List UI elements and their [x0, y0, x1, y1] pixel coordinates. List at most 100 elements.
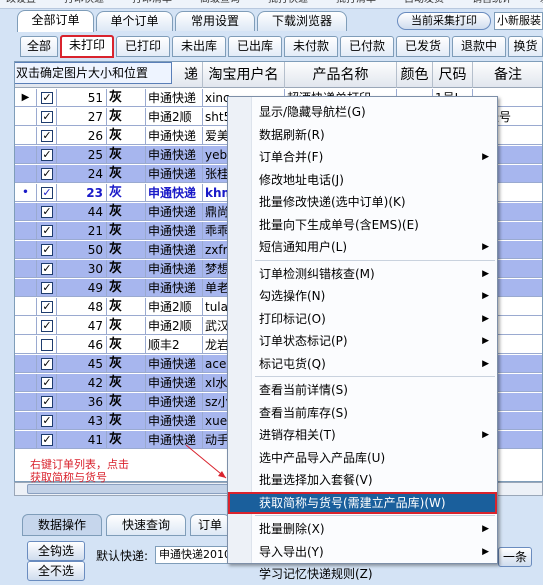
courier-cell: 申通快递: [146, 412, 203, 430]
row-checkbox[interactable]: ✓: [41, 187, 53, 199]
row-checkbox[interactable]: ✓: [41, 206, 53, 218]
order-number: 24: [57, 165, 107, 183]
scrollbar-thumb[interactable]: [27, 484, 237, 494]
print-mark: 灰: [107, 374, 146, 392]
row-checkbox[interactable]: ✓: [41, 225, 53, 237]
col-header-size[interactable]: 尺码: [433, 62, 473, 88]
grid-header: 递 淘宝用户名 产品名称 颜色 尺码 备注 双击确定图片大小和位置: [15, 62, 542, 88]
row-checkbox[interactable]: ✓: [41, 111, 53, 123]
default-courier-select[interactable]: 申通快递2010: [155, 546, 235, 564]
context-menu-item[interactable]: 导入导出(Y) ▶: [228, 541, 497, 563]
row-checkbox[interactable]: ✓: [41, 377, 53, 389]
menubar-item[interactable]: 打印清单: [132, 0, 172, 5]
context-menu-item[interactable]: 数据刷新(R): [228, 124, 497, 146]
context-menu-item[interactable]: 订单合并(F) ▶: [228, 146, 497, 168]
tab-status-all[interactable]: 全部: [20, 36, 58, 57]
tab-status-delivered[interactable]: 已发货: [396, 36, 450, 57]
context-menu-item[interactable]: 获取简称与货号(需建立产品库)(W): [228, 491, 497, 514]
context-menu-item[interactable]: 批量删除(X) ▶: [228, 518, 497, 540]
print-mark: 灰: [107, 184, 146, 202]
context-menu-item[interactable]: 标记屯货(Q) ▶: [228, 353, 497, 375]
tab-status-unpaid[interactable]: 未付款: [284, 36, 338, 57]
row-checkbox[interactable]: ✓: [41, 301, 53, 313]
row-checkbox[interactable]: ✓: [41, 396, 53, 408]
context-menu-item[interactable]: 勾选操作(N) ▶: [228, 285, 497, 307]
col-header-color[interactable]: 颜色: [397, 62, 433, 88]
row-checkbox[interactable]: ✓: [41, 282, 53, 294]
context-menu-item[interactable]: 显示/隐藏导航栏(G): [228, 101, 497, 123]
row-checkbox[interactable]: ✓: [41, 434, 53, 446]
row-checkbox[interactable]: [41, 339, 53, 351]
col-header-buyer[interactable]: 淘宝用户名: [203, 62, 285, 88]
context-menu-item[interactable]: 查看当前详情(S): [228, 379, 497, 401]
col-header-product[interactable]: 产品名称: [285, 62, 397, 88]
current-print-button[interactable]: 当前采集打印: [397, 12, 491, 30]
context-menu-item-label: 打印标记(O): [259, 311, 326, 326]
checkbox-cell: ✓: [37, 203, 57, 221]
tab-status-refunding[interactable]: 退款中: [452, 36, 506, 57]
tab-data-operations[interactable]: 数据操作: [22, 514, 102, 536]
row-checkbox[interactable]: ✓: [41, 263, 53, 275]
context-menu-item[interactable]: 打印标记(O) ▶: [228, 308, 497, 330]
select-all-button[interactable]: 全钩选: [27, 541, 85, 561]
context-menu-item[interactable]: 批量修改快递(选中订单)(K): [228, 191, 497, 213]
tab-status-unprinted[interactable]: 未打印: [60, 35, 114, 58]
tab-all-orders[interactable]: 全部订单: [17, 10, 94, 32]
context-menu-item[interactable]: 学习记忆快递规则(Z): [228, 563, 497, 585]
tab-status-not-shipped[interactable]: 未出库: [172, 36, 226, 57]
courier-cell: 申通快递: [146, 222, 203, 240]
menubar-item[interactable]: 改设置: [6, 0, 36, 5]
top-field[interactable]: 小新服装: [494, 12, 543, 30]
context-menu-item[interactable]: 批量选择加入套餐(V): [228, 469, 497, 491]
tab-download-browser[interactable]: 下载浏览器: [257, 11, 347, 31]
tab-status-exchange[interactable]: 换货: [508, 36, 543, 57]
context-menu-item[interactable]: 订单检测纠错核查(M) ▶: [228, 263, 497, 285]
tab-status-printed[interactable]: 已打印: [116, 36, 170, 57]
checkbox-cell: ✓: [37, 127, 57, 145]
print-mark: 灰: [107, 222, 146, 240]
context-menu-item[interactable]: 选中产品导入产品库(U): [228, 447, 497, 469]
row-checkbox[interactable]: ✓: [41, 149, 53, 161]
menubar-item[interactable]: 自动发货: [404, 0, 444, 5]
row-checkbox[interactable]: ✓: [41, 130, 53, 142]
row-indicator: [15, 279, 37, 297]
menubar-item[interactable]: 批打清单: [336, 0, 376, 5]
tab-common-settings[interactable]: 常用设置: [175, 11, 255, 31]
row-checkbox[interactable]: ✓: [41, 168, 53, 180]
col-header-note[interactable]: 备注: [473, 62, 542, 88]
menubar-item[interactable]: 高级查询: [200, 0, 240, 5]
row-checkbox[interactable]: ✓: [41, 92, 53, 104]
checkbox-cell: ✓: [37, 317, 57, 335]
tab-status-paid[interactable]: 已付款: [340, 36, 394, 57]
context-menu-item[interactable]: 进销存相关(T) ▶: [228, 424, 497, 446]
order-number: 51: [57, 89, 107, 107]
courier-cell: 申通快递: [146, 203, 203, 221]
checkbox-cell: ✓: [37, 355, 57, 373]
context-menu-item-label: 获取简称与货号(需建立产品库)(W): [259, 495, 446, 510]
row-checkbox[interactable]: ✓: [41, 244, 53, 256]
context-menu-item[interactable]: 查看当前库存(S): [228, 402, 497, 424]
tab-quick-query[interactable]: 快速查询: [106, 514, 186, 536]
row-indicator: [15, 108, 37, 126]
row-checkbox[interactable]: ✓: [41, 358, 53, 370]
row-checkbox[interactable]: ✓: [41, 320, 53, 332]
annotation-line-2: 获取简称与货号: [30, 471, 107, 484]
tab-status-shipped-out[interactable]: 已出库: [228, 36, 282, 57]
menubar-item[interactable]: 批打快递: [268, 0, 308, 5]
courier-cell: 申通2顺: [146, 108, 203, 126]
context-menu-item[interactable]: 订单状态标记(P) ▶: [228, 330, 497, 352]
tab-orders[interactable]: 订单: [190, 514, 230, 536]
single-button[interactable]: 一条: [498, 547, 532, 567]
tab-single-order[interactable]: 单个订单: [96, 11, 173, 31]
menubar-item[interactable]: 销售统计: [472, 0, 512, 5]
row-checkbox[interactable]: ✓: [41, 415, 53, 427]
menubar-item[interactable]: 打印快递: [64, 0, 104, 5]
row-indicator: [15, 355, 37, 373]
print-mark: 灰: [107, 260, 146, 278]
row-indicator: •: [15, 184, 37, 202]
select-none-button[interactable]: 全不选: [27, 561, 85, 581]
context-menu-item[interactable]: 修改地址电话(J): [228, 169, 497, 191]
context-menu-item[interactable]: 批量向下生成单号(含EMS)(E): [228, 214, 497, 236]
row-indicator: [15, 127, 37, 145]
context-menu-item[interactable]: 短信通知用户(L) ▶: [228, 236, 497, 258]
